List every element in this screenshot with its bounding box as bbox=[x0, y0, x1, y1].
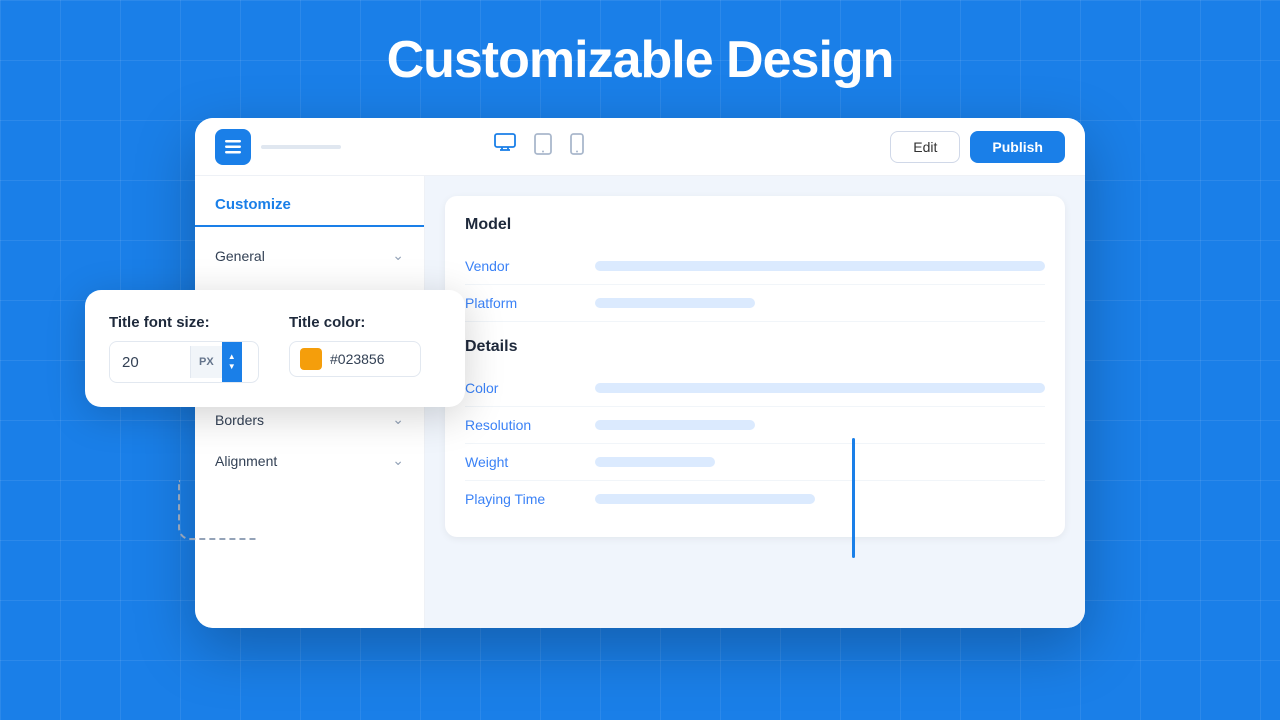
field-label-color: Color bbox=[465, 380, 595, 396]
connector-line bbox=[178, 480, 258, 540]
publish-button[interactable]: Publish bbox=[970, 131, 1065, 163]
chevron-down-icon: ⌄ bbox=[392, 411, 404, 428]
color-hex-input[interactable] bbox=[330, 351, 410, 367]
content-card: Model Vendor Platform Details Color Reso… bbox=[445, 196, 1065, 537]
table-row: Platform bbox=[465, 285, 1045, 322]
section-details-title: Details bbox=[465, 338, 1045, 356]
popup-card: Title font size: PX ▲ ▼ Title color: bbox=[85, 290, 465, 407]
sidebar-item-label: Alignment bbox=[215, 453, 277, 469]
field-bar-vendor bbox=[595, 261, 1045, 271]
field-bar-resolution bbox=[595, 420, 755, 430]
mobile-icon[interactable] bbox=[570, 133, 584, 161]
color-swatch[interactable] bbox=[300, 348, 322, 370]
font-size-field: Title font size: PX ▲ ▼ bbox=[109, 314, 259, 383]
field-label-platform: Platform bbox=[465, 295, 595, 311]
field-label-playing-time: Playing Time bbox=[465, 491, 595, 507]
section-model-title: Model bbox=[465, 216, 1045, 234]
sidebar-item-general[interactable]: General ⌄ bbox=[195, 235, 424, 276]
scroll-indicator bbox=[852, 438, 855, 558]
field-label-weight: Weight bbox=[465, 454, 595, 470]
table-row: Resolution bbox=[465, 407, 1045, 444]
table-row: Color bbox=[465, 370, 1045, 407]
color-label: Title color: bbox=[289, 314, 421, 331]
font-size-input-group[interactable]: PX ▲ ▼ bbox=[109, 341, 259, 383]
app-logo-icon bbox=[215, 129, 251, 165]
popup-row: Title font size: PX ▲ ▼ Title color: bbox=[109, 314, 441, 383]
field-bar-color bbox=[595, 383, 1045, 393]
table-row: Playing Time bbox=[465, 481, 1045, 517]
top-bar: Edit Publish bbox=[195, 118, 1085, 176]
top-actions: Edit Publish bbox=[890, 131, 1065, 163]
spinner-control[interactable]: ▲ ▼ bbox=[222, 342, 242, 382]
page-title: Customizable Design bbox=[387, 30, 894, 90]
logo-line bbox=[261, 145, 341, 149]
table-row: Weight bbox=[465, 444, 1045, 481]
table-row: Vendor bbox=[465, 248, 1045, 285]
sidebar-nav-title[interactable]: Customize bbox=[195, 196, 424, 227]
device-icons bbox=[494, 133, 584, 161]
field-bar-playing-time bbox=[595, 494, 815, 504]
chevron-down-icon: ⌄ bbox=[392, 247, 404, 264]
sidebar-item-alignment[interactable]: Alignment ⌄ bbox=[195, 440, 424, 481]
chevron-down-icon: ⌄ bbox=[392, 452, 404, 469]
logo-area bbox=[215, 129, 341, 165]
spinner-down-icon[interactable]: ▼ bbox=[228, 363, 236, 371]
field-label-resolution: Resolution bbox=[465, 417, 595, 433]
spinner-up-icon[interactable]: ▲ bbox=[228, 353, 236, 361]
sidebar-item-label: General bbox=[215, 248, 265, 264]
sidebar-item-label: Borders bbox=[215, 412, 264, 428]
font-size-unit: PX bbox=[190, 346, 222, 378]
content-area: Model Vendor Platform Details Color Reso… bbox=[425, 176, 1085, 628]
tablet-icon[interactable] bbox=[534, 133, 552, 161]
field-bar-weight bbox=[595, 457, 715, 467]
color-input-group[interactable] bbox=[289, 341, 421, 377]
field-bar-platform bbox=[595, 298, 755, 308]
font-size-label: Title font size: bbox=[109, 314, 259, 331]
color-field: Title color: bbox=[289, 314, 421, 383]
edit-button[interactable]: Edit bbox=[890, 131, 960, 163]
font-size-input[interactable] bbox=[110, 344, 190, 381]
field-label-vendor: Vendor bbox=[465, 258, 595, 274]
desktop-icon[interactable] bbox=[494, 133, 516, 161]
